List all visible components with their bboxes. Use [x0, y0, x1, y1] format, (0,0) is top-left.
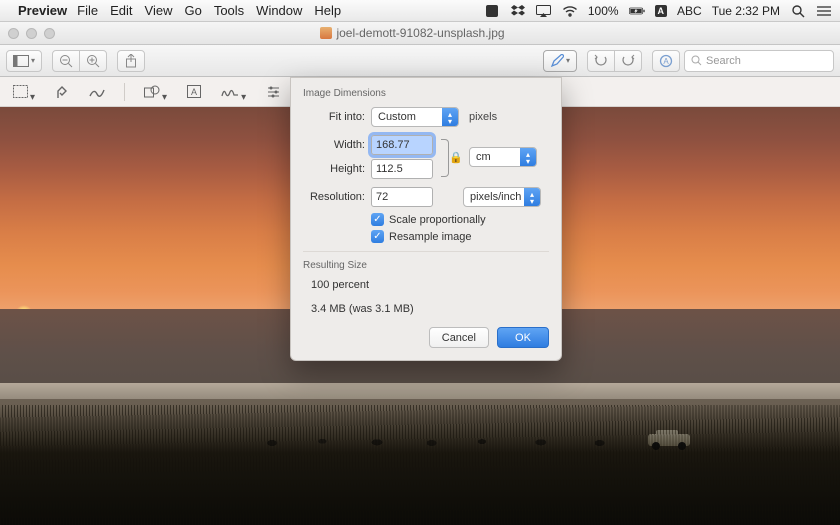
resolution-input[interactable]: 72 — [371, 187, 433, 207]
instant-alpha-tool[interactable] — [52, 81, 72, 103]
zoom-in-button[interactable] — [79, 50, 107, 72]
scale-proportionally-checkbox[interactable]: ✓Scale proportionally — [371, 213, 549, 226]
height-label: Height: — [303, 163, 365, 175]
resolution-label: Resolution: — [303, 191, 365, 203]
selection-tool[interactable]: ▾ — [10, 81, 38, 103]
sidebar-view-button[interactable]: ▾ — [6, 50, 42, 72]
markup-button[interactable]: ▾ — [543, 50, 577, 72]
adjust-size-dialog: Image Dimensions Fit into: Custom▴▾ pixe… — [290, 77, 562, 361]
ok-button[interactable]: OK — [497, 327, 549, 348]
text-tool[interactable]: A — [184, 81, 204, 103]
size-unit-select[interactable]: cm▴▾ — [469, 147, 537, 167]
resulting-size-heading: Resulting Size — [303, 260, 549, 271]
menu-tools[interactable]: Tools — [214, 3, 244, 18]
zoom-out-button[interactable] — [52, 50, 80, 72]
traffic-lights[interactable] — [8, 28, 55, 39]
image-dimensions-heading: Image Dimensions — [303, 88, 549, 99]
width-input[interactable]: 168.77 — [371, 135, 433, 155]
lock-aspect-icon[interactable]: 🔒 — [439, 135, 463, 181]
sketch-tool[interactable] — [86, 81, 108, 103]
search-placeholder: Search — [706, 55, 741, 67]
highlight-button[interactable]: A — [652, 50, 680, 72]
dropbox-icon[interactable] — [510, 3, 526, 19]
window-titlebar: joel-demott-91082-unsplash.jpg — [0, 22, 840, 45]
height-input[interactable]: 112.5 — [371, 159, 433, 179]
menu-go[interactable]: Go — [184, 3, 201, 18]
airplay-icon[interactable] — [536, 3, 552, 19]
rotate-left-button[interactable] — [587, 50, 615, 72]
resulting-percent: 100 percent — [311, 279, 549, 291]
menubar: Preview File Edit View Go Tools Window H… — [0, 0, 840, 22]
notification-center-icon[interactable] — [816, 3, 832, 19]
battery-percent: 100% — [588, 4, 619, 18]
fit-into-units: pixels — [469, 111, 497, 123]
cancel-button[interactable]: Cancel — [429, 327, 489, 348]
menu-edit[interactable]: Edit — [110, 3, 132, 18]
toolbar-search[interactable]: Search — [684, 50, 834, 72]
menu-view[interactable]: View — [145, 3, 173, 18]
resulting-filesize: 3.4 MB (was 3.1 MB) — [311, 303, 549, 315]
status-app-icon[interactable] — [484, 3, 500, 19]
spotlight-icon[interactable] — [790, 3, 806, 19]
svg-text:A: A — [191, 87, 197, 97]
fit-into-label: Fit into: — [303, 111, 365, 123]
sign-tool[interactable]: ▾ — [218, 81, 249, 103]
toolbar: ▾ ▾ A Search — [0, 45, 840, 77]
adjust-color-tool[interactable] — [263, 81, 284, 103]
menu-file[interactable]: File — [77, 3, 98, 18]
shapes-tool[interactable]: ▾ — [141, 81, 170, 103]
input-source-label[interactable]: ABC — [677, 4, 702, 18]
menubar-clock[interactable]: Tue 2:32 PM — [712, 4, 780, 18]
width-label: Width: — [303, 139, 365, 151]
rotate-right-button[interactable] — [614, 50, 642, 72]
window-title: joel-demott-91082-unsplash.jpg — [336, 26, 504, 40]
wifi-icon[interactable] — [562, 3, 578, 19]
document-proxy-icon[interactable] — [320, 27, 332, 39]
menu-window[interactable]: Window — [256, 3, 302, 18]
app-name[interactable]: Preview — [18, 3, 67, 18]
battery-icon[interactable] — [629, 3, 645, 19]
fit-into-select[interactable]: Custom▴▾ — [371, 107, 459, 127]
input-source-badge[interactable]: A — [655, 5, 668, 17]
resolution-unit-select[interactable]: pixels/inch▴▾ — [463, 187, 541, 207]
search-icon — [691, 55, 702, 66]
menu-help[interactable]: Help — [314, 3, 341, 18]
resample-image-checkbox[interactable]: ✓Resample image — [371, 230, 549, 243]
svg-text:A: A — [663, 57, 669, 66]
share-button[interactable] — [117, 50, 145, 72]
